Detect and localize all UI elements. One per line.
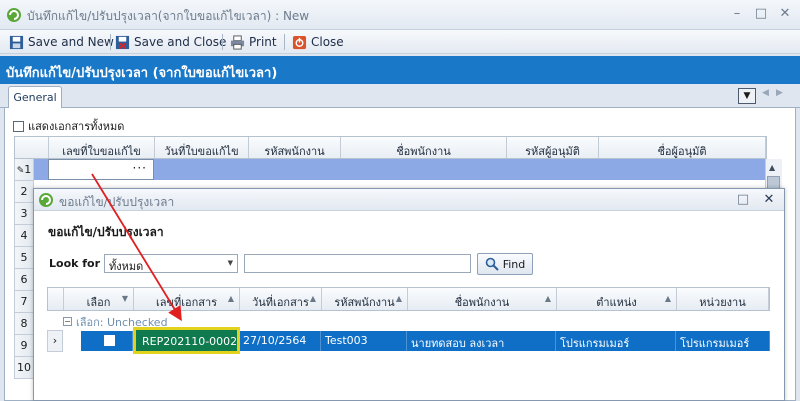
annotation-arrow	[91, 173, 182, 322]
